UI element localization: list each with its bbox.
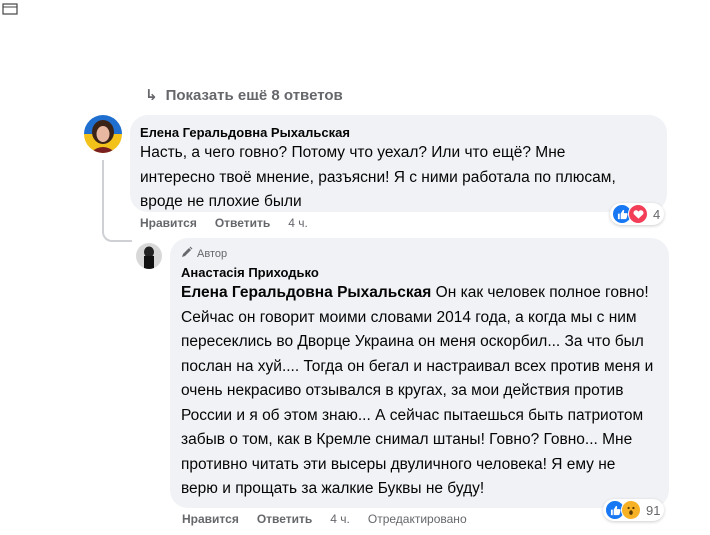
- like-button[interactable]: Нравится: [182, 512, 239, 526]
- edited-label[interactable]: Отредактировано: [368, 512, 467, 526]
- pen-icon: [181, 246, 193, 261]
- love-reaction-icon: [628, 204, 648, 224]
- comment-text: Елена Геральдовна Рыхальская Он как чело…: [181, 281, 656, 502]
- avatar[interactable]: [136, 243, 162, 269]
- view-more-replies-label: Показать ещё 8 ответов: [165, 87, 343, 100]
- avatar[interactable]: [84, 115, 122, 153]
- comment-actions: Нравится Ответить 4 ч. Отредактировано: [182, 512, 467, 526]
- comment-actions: Нравится Ответить 4 ч.: [140, 216, 326, 230]
- author-badge-label: Автор: [197, 247, 228, 260]
- comment-bubble: Елена Геральдовна Рыхальская Насть, а че…: [130, 115, 667, 212]
- reaction-summary[interactable]: 4: [610, 203, 665, 225]
- reply-button[interactable]: Ответить: [215, 216, 270, 230]
- like-button[interactable]: Нравится: [140, 216, 197, 230]
- reaction-count: 91: [646, 502, 661, 518]
- reaction-count: 4: [653, 206, 661, 222]
- comment-body: Он как человек полное говно! Сейчас он г…: [181, 284, 654, 497]
- window-icon: [2, 2, 18, 15]
- comment-text: Насть, а чего говно? Потому что уехал? И…: [140, 144, 616, 210]
- comment-timestamp[interactable]: 4 ч.: [330, 512, 350, 526]
- reply-bubble: Автор Анастасія Приходько Елена Геральдо…: [170, 238, 669, 508]
- thread-connector-line: [102, 160, 132, 242]
- comment-author-name[interactable]: Анастасія Приходько: [181, 265, 319, 280]
- reply-button[interactable]: Ответить: [257, 512, 312, 526]
- comment-author-name[interactable]: Елена Геральдовна Рыхальская: [140, 125, 350, 140]
- mention-link[interactable]: Елена Геральдовна Рыхальская: [181, 284, 431, 301]
- reaction-summary[interactable]: 91: [603, 499, 665, 521]
- reply-arrow-icon: ↳: [145, 87, 158, 100]
- comment-timestamp[interactable]: 4 ч.: [288, 216, 308, 230]
- author-badge: Автор: [181, 246, 227, 261]
- wow-reaction-icon: [621, 500, 641, 520]
- view-more-replies-link[interactable]: ↳ Показать ещё 8 ответов: [145, 80, 343, 100]
